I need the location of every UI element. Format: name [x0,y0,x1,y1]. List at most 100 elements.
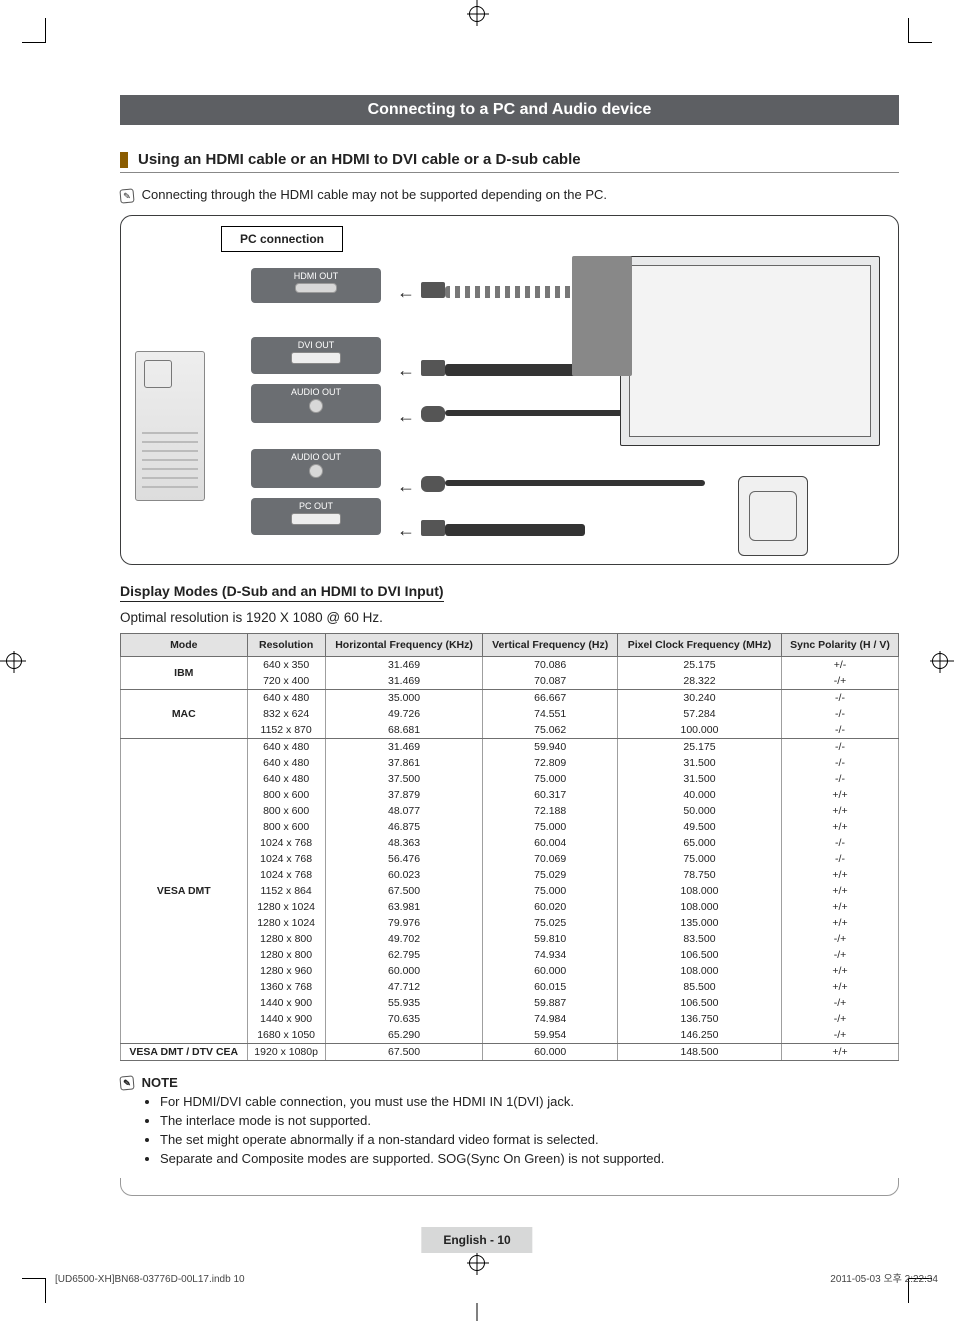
page-frame-bottom [120,1178,899,1196]
data-cell: 800 x 600 [247,787,325,803]
mode-cell: VESA DMT / DTV CEA [121,1043,248,1060]
display-modes-table: Mode Resolution Horizontal Frequency (KH… [120,633,899,1061]
data-cell: -/- [782,835,899,851]
data-cell: 25.175 [617,738,781,755]
data-cell: 31.500 [617,755,781,771]
data-cell: -/- [782,706,899,722]
crop-tick [22,1278,46,1279]
data-cell: 1280 x 960 [247,963,325,979]
data-cell: 70.086 [483,656,618,673]
table-row: VESA DMT640 x 48031.46959.94025.175-/- [121,738,899,755]
data-cell: 78.750 [617,867,781,883]
port-audio-out: AUDIO OUT [251,384,381,423]
tv-connector-block-icon [572,256,632,376]
table-row: VESA DMT / DTV CEA1920 x 1080p67.50060.0… [121,1043,899,1060]
data-cell: 35.000 [325,689,483,706]
data-cell: 59.810 [483,931,618,947]
data-cell: 800 x 600 [247,803,325,819]
data-cell: -/- [782,722,899,739]
data-cell: +/+ [782,819,899,835]
data-cell: 640 x 480 [247,771,325,787]
footer-filename: [UD6500-XH]BN68-03776D-00L17.indb 10 [55,1274,245,1285]
data-cell: 50.000 [617,803,781,819]
data-cell: 1280 x 1024 [247,899,325,915]
plug-icon [421,520,445,536]
data-cell: 46.875 [325,819,483,835]
cable-dsub [445,524,585,536]
port-dvi-out: DVI OUT [251,337,381,374]
data-cell: 106.500 [617,995,781,1011]
data-cell: 30.240 [617,689,781,706]
data-cell: 25.175 [617,656,781,673]
port-hdmi-out: HDMI OUT [251,268,381,303]
data-cell: 70.635 [325,1011,483,1027]
data-cell: 37.500 [325,771,483,787]
data-cell: +/+ [782,899,899,915]
data-cell: 1024 x 768 [247,867,325,883]
data-cell: 79.976 [325,915,483,931]
data-cell: 49.726 [325,706,483,722]
data-cell: 60.023 [325,867,483,883]
data-cell: 74.934 [483,947,618,963]
data-cell: 1920 x 1080p [247,1043,325,1060]
mode-cell: VESA DMT [121,738,248,1043]
data-cell: 67.500 [325,883,483,899]
data-cell: 1280 x 800 [247,947,325,963]
cable-audio [445,480,705,486]
note-item: The set might operate abnormally if a no… [160,1132,899,1147]
data-cell: 60.004 [483,835,618,851]
plug-icon [421,360,445,376]
data-cell: -/+ [782,673,899,690]
port-audio-out-2: AUDIO OUT [251,449,381,488]
crop-mark [477,1303,478,1321]
footer-timestamp: 2011-05-03 오후 2:22:34 [830,1270,938,1285]
arrow-left-icon: ← [397,406,415,427]
data-cell: 31.469 [325,656,483,673]
data-cell: 75.000 [483,819,618,835]
data-cell: +/+ [782,867,899,883]
crop-tick [45,1279,46,1303]
table-row: IBM640 x 35031.46970.08625.175+/- [121,656,899,673]
data-cell: 48.077 [325,803,483,819]
data-cell: 60.000 [483,963,618,979]
registration-mark-icon [6,653,22,669]
note-icon: ✎ [119,188,134,203]
subsection-title: Using an HDMI cable or an HDMI to DVI ca… [138,151,581,168]
data-cell: +/+ [782,787,899,803]
data-cell: 70.087 [483,673,618,690]
note-item: Separate and Composite modes are support… [160,1151,899,1166]
caution-text: Connecting through the HDMI cable may no… [142,187,607,202]
data-cell: 75.000 [483,883,618,899]
data-cell: +/+ [782,915,899,931]
mode-cell: IBM [121,656,248,689]
diagram-label: PC connection [221,226,343,252]
data-cell: 60.000 [325,963,483,979]
data-cell: 1680 x 1050 [247,1027,325,1044]
data-cell: -/+ [782,995,899,1011]
heading-underline [120,172,899,173]
plug-icon [421,282,445,298]
col-resolution: Resolution [247,633,325,656]
data-cell: 108.000 [617,963,781,979]
data-cell: +/+ [782,979,899,995]
data-cell: 108.000 [617,899,781,915]
dsub-connector-icon [738,476,808,556]
col-vfreq: Vertical Frequency (Hz) [483,633,618,656]
pc-tower-icon [135,351,205,501]
crop-tick [908,18,909,42]
data-cell: 74.551 [483,706,618,722]
page-language-footer: English - 10 [421,1227,532,1253]
data-cell: +/+ [782,883,899,899]
data-cell: -/- [782,771,899,787]
heading-accent-icon [120,152,128,168]
data-cell: 74.984 [483,1011,618,1027]
arrow-left-icon: ← [397,476,415,497]
data-cell: 55.935 [325,995,483,1011]
notes-list: For HDMI/DVI cable connection, you must … [160,1094,899,1166]
data-cell: -/- [782,755,899,771]
data-cell: +/+ [782,1043,899,1060]
col-mode: Mode [121,633,248,656]
data-cell: 72.188 [483,803,618,819]
data-cell: -/+ [782,1027,899,1044]
note-item: For HDMI/DVI cable connection, you must … [160,1094,899,1109]
